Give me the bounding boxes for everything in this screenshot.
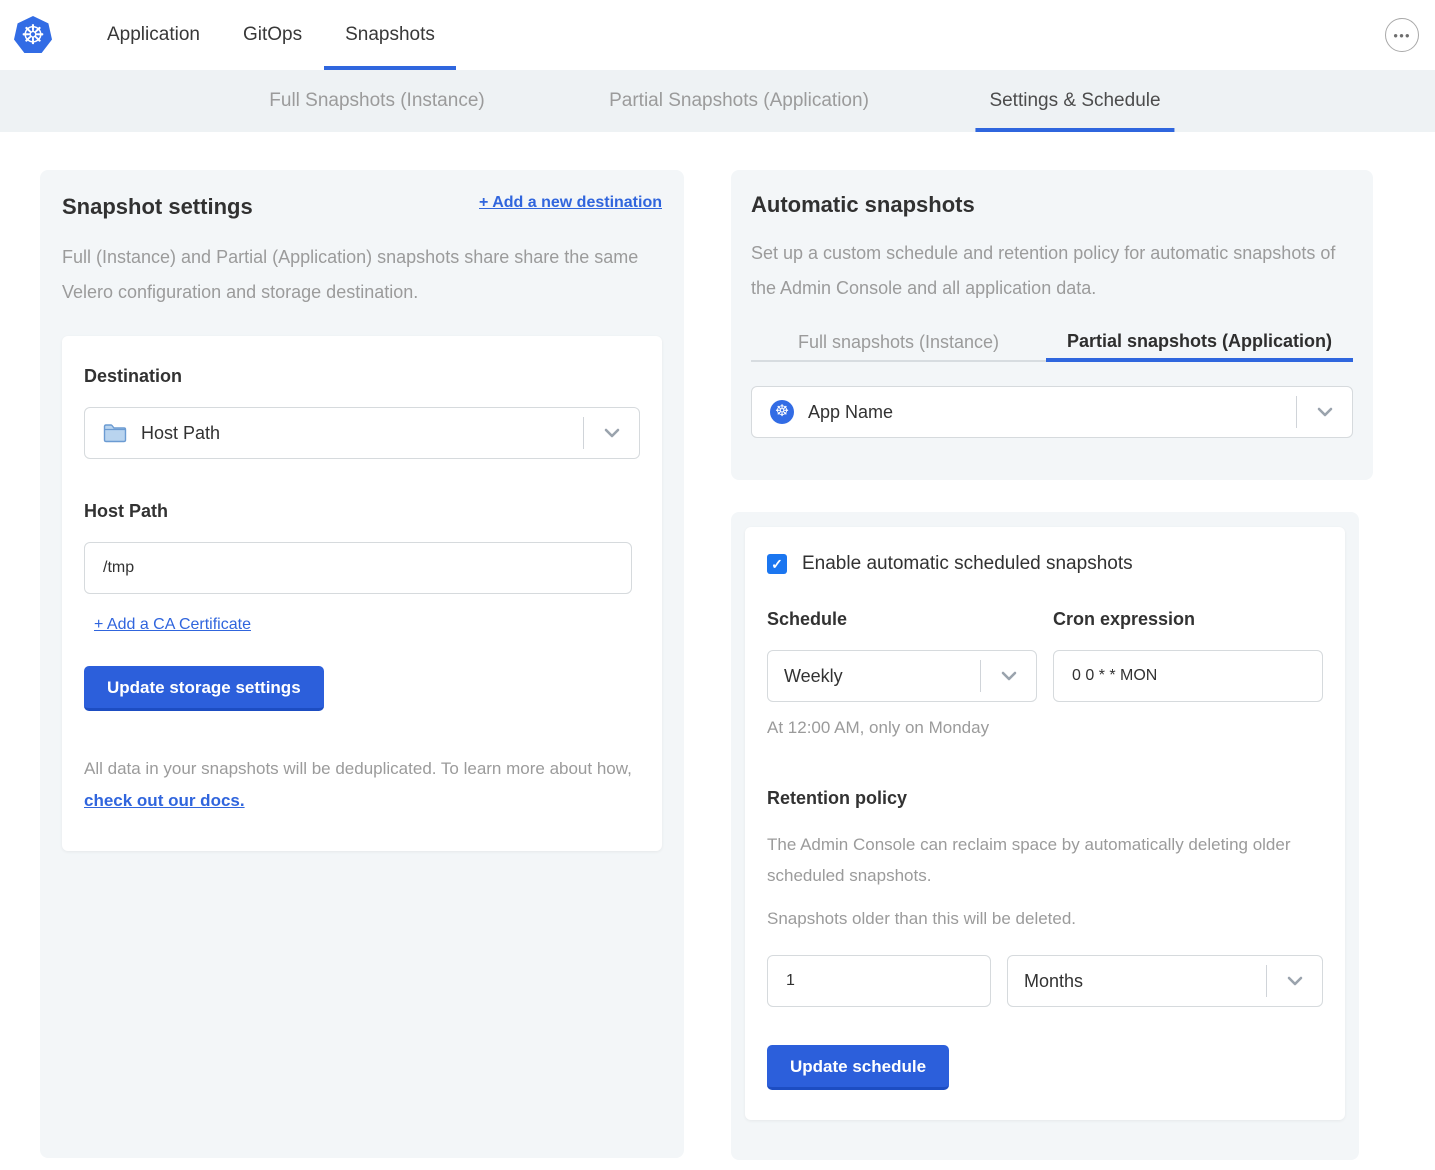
snapshots-subnav: Full Snapshots (Instance) Partial Snapsh…	[0, 70, 1435, 132]
automatic-snapshots-description: Set up a custom schedule and retention p…	[751, 236, 1336, 306]
check-icon: ✓	[771, 556, 783, 573]
chevron-down-icon	[1317, 407, 1333, 417]
host-path-input[interactable]	[84, 542, 632, 594]
subnav-tab-settings-schedule[interactable]: Settings & Schedule	[975, 70, 1174, 132]
subnav-tab-partial-snapshots[interactable]: Partial Snapshots (Application)	[595, 70, 883, 132]
retention-unit-select[interactable]: Months	[1007, 955, 1323, 1007]
app-select-caret[interactable]	[1296, 396, 1352, 428]
cron-expression-label: Cron expression	[1053, 609, 1323, 630]
automatic-snapshots-title: Automatic snapshots	[751, 192, 1353, 218]
top-navigation: ☸ Application GitOps Snapshots ●●●	[0, 0, 1435, 70]
enable-snapshots-checkbox[interactable]: ✓	[767, 554, 787, 574]
nav-tab-snapshots[interactable]: Snapshots	[345, 0, 435, 70]
destination-select-caret[interactable]	[583, 417, 639, 449]
app-select-value: App Name	[808, 402, 893, 423]
enable-snapshots-label: Enable automatic scheduled snapshots	[802, 553, 1133, 575]
schedule-card: ✓ Enable automatic scheduled snapshots S…	[731, 512, 1359, 1160]
retention-policy-title: Retention policy	[767, 788, 1323, 809]
primary-nav-tabs: Application GitOps Snapshots	[107, 0, 435, 70]
chevron-down-icon	[604, 428, 620, 438]
schedule-panel: ✓ Enable automatic scheduled snapshots S…	[745, 527, 1345, 1120]
update-schedule-button[interactable]: Update schedule	[767, 1045, 949, 1090]
kubernetes-logo-icon: ☸	[14, 16, 52, 54]
add-destination-link[interactable]: + Add a new destination	[479, 194, 662, 212]
kubernetes-wheel-glyph: ☸	[775, 404, 789, 420]
nav-tab-gitops[interactable]: GitOps	[243, 0, 302, 70]
schedule-label: Schedule	[767, 609, 1037, 630]
dedup-text: All data in your snapshots will be dedup…	[84, 759, 632, 778]
schedule-frequency-caret[interactable]	[980, 660, 1036, 692]
app-select[interactable]: ☸ App Name	[751, 386, 1353, 438]
schedule-frequency-value: Weekly	[784, 666, 843, 687]
kubernetes-wheel-glyph: ☸	[21, 22, 45, 49]
retention-hint: Snapshots older than this will be delete…	[767, 909, 1323, 929]
schedule-frequency-select[interactable]: Weekly	[767, 650, 1037, 702]
snapshot-settings-title: Snapshot settings	[62, 194, 253, 220]
tab-full-snapshots-instance[interactable]: Full snapshots (Instance)	[751, 324, 1046, 362]
tab-partial-snapshots-application[interactable]: Partial snapshots (Application)	[1046, 324, 1353, 362]
retention-policy-description: The Admin Console can reclaim space by a…	[767, 829, 1297, 891]
retention-unit-value: Months	[1024, 971, 1083, 992]
host-path-label: Host Path	[84, 501, 640, 522]
chevron-down-icon	[1001, 671, 1017, 681]
retention-value-input[interactable]	[767, 955, 991, 1007]
automatic-snapshots-card: Automatic snapshots Set up a custom sche…	[731, 170, 1373, 480]
snapshot-settings-description: Full (Instance) and Partial (Application…	[62, 240, 647, 310]
subnav-tab-full-snapshots[interactable]: Full Snapshots (Instance)	[255, 70, 498, 132]
storage-settings-panel: Destination Host Path Host Path + Add a …	[62, 336, 662, 851]
destination-label: Destination	[84, 366, 640, 387]
ellipsis-icon: ●●●	[1393, 31, 1411, 40]
snapshot-scope-tabs: Full snapshots (Instance) Partial snapsh…	[751, 324, 1353, 362]
dedup-note: All data in your snapshots will be dedup…	[84, 753, 640, 817]
docs-link[interactable]: check out our docs.	[84, 791, 245, 810]
update-storage-settings-button[interactable]: Update storage settings	[84, 666, 324, 711]
destination-select-value: Host Path	[141, 423, 220, 444]
more-menu-button[interactable]: ●●●	[1385, 18, 1419, 52]
chevron-down-icon	[1287, 976, 1303, 986]
retention-unit-caret[interactable]	[1266, 965, 1322, 997]
cron-human-readable: At 12:00 AM, only on Monday	[767, 718, 1037, 738]
add-ca-certificate-link[interactable]: + Add a CA Certificate	[94, 616, 251, 634]
cron-expression-input[interactable]	[1053, 650, 1323, 702]
settings-schedule-page: Snapshot settings + Add a new destinatio…	[0, 132, 1435, 1170]
destination-select[interactable]: Host Path	[84, 407, 640, 459]
app-kubernetes-icon: ☸	[770, 400, 794, 424]
snapshot-settings-card: Snapshot settings + Add a new destinatio…	[40, 170, 684, 1158]
nav-tab-application[interactable]: Application	[107, 0, 200, 70]
folder-icon	[103, 423, 127, 443]
